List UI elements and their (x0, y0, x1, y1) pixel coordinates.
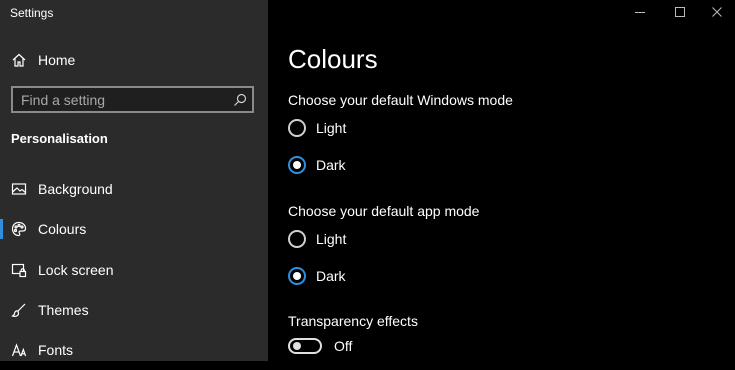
toggle-knob (293, 342, 301, 350)
background-image-icon (11, 181, 27, 197)
lock-screen-icon (11, 262, 27, 278)
windows-mode-light-option[interactable]: Light (288, 117, 346, 139)
sidebar-item-colours[interactable]: Colours (0, 209, 268, 249)
radio-label: Light (316, 120, 347, 136)
close-icon (712, 7, 722, 17)
sidebar-item-label: Themes (38, 302, 89, 318)
close-button[interactable] (699, 0, 735, 24)
minimize-icon (635, 7, 645, 17)
app-mode-dark-option[interactable]: Dark (288, 265, 346, 287)
sidebar-item-background[interactable]: Background (0, 169, 268, 209)
app-mode-label: Choose your default app mode (288, 203, 480, 219)
sidebar-item-label: Fonts (38, 342, 74, 358)
radio-label: Light (316, 231, 347, 247)
home-icon (11, 52, 27, 68)
minimize-button[interactable] (622, 0, 658, 24)
sidebar-item-themes[interactable]: Themes (0, 290, 268, 330)
sidebar: Settings Home Personalisation Background (0, 0, 268, 361)
paintbrush-icon (11, 302, 27, 318)
home-label: Home (38, 52, 76, 68)
home-nav-item[interactable]: Home (0, 40, 268, 80)
windows-mode-label: Choose your default Windows mode (288, 92, 513, 108)
toggle-state: Off (334, 338, 353, 354)
radio-label: Dark (316, 268, 346, 284)
palette-icon (11, 221, 27, 237)
page-title: Colours (288, 44, 378, 74)
radio-button[interactable] (288, 156, 306, 174)
maximize-button[interactable] (662, 0, 698, 24)
sidebar-item-label: Colours (38, 221, 87, 237)
maximize-icon (675, 7, 685, 17)
transparency-setting: Off (288, 335, 352, 357)
app-mode-light-option[interactable]: Light (288, 228, 346, 250)
sidebar-item-label: Background (38, 181, 113, 197)
radio-label: Dark (316, 157, 346, 173)
windows-mode-dark-option[interactable]: Dark (288, 154, 346, 176)
sidebar-item-label: Lock screen (38, 262, 114, 278)
sidebar-item-lock-screen[interactable]: Lock screen (0, 250, 268, 290)
section-heading: Personalisation (11, 131, 108, 146)
search-input[interactable] (21, 91, 226, 109)
transparency-toggle[interactable] (288, 338, 322, 354)
transparency-label: Transparency effects (288, 313, 418, 329)
radio-button[interactable] (288, 230, 306, 248)
app-title: Settings (10, 6, 54, 20)
radio-button[interactable] (288, 267, 306, 285)
radio-button[interactable] (288, 119, 306, 137)
search-icon[interactable] (233, 93, 247, 107)
fonts-icon (11, 342, 27, 358)
search-box (11, 86, 254, 113)
sidebar-item-fonts[interactable]: Fonts (0, 330, 268, 370)
